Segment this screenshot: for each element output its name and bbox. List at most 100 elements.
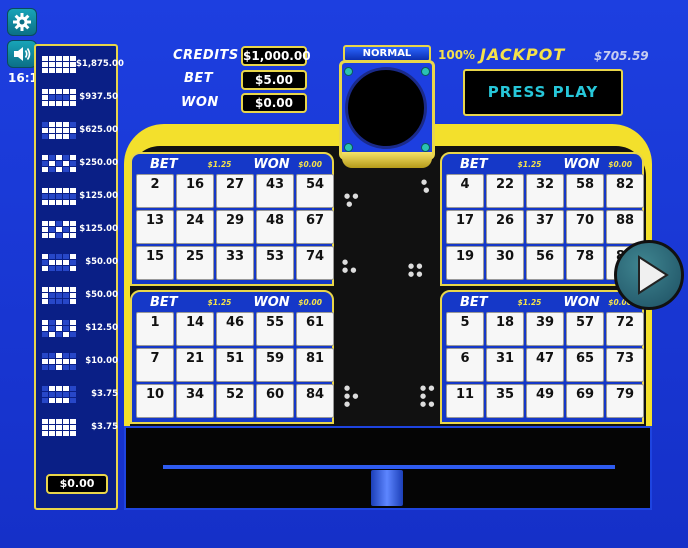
card-won-value: $0.00	[608, 159, 632, 169]
card-cell: 19	[446, 246, 484, 280]
paytable-value: $3.75	[91, 389, 118, 399]
card-bet-label: BET	[150, 156, 178, 172]
pattern-icon	[42, 319, 76, 337]
card-grid: 5 18 39 57 72 6 31 47 65 73 11 35 49 69 79	[446, 312, 644, 418]
paytable-row: $12.50	[42, 314, 118, 342]
card-cell: 18	[486, 312, 524, 346]
card-won-value: $0.00	[298, 297, 322, 307]
paytable-value: $125.00	[79, 191, 118, 201]
bolt-icon	[344, 67, 353, 76]
pattern-icon	[42, 55, 76, 73]
credits-value: $1,000.00	[241, 46, 311, 66]
bingo-card-2[interactable]: BET $1.25 WON $0.00 4 22 32 58 82 17 26 37 70 88 1…	[440, 152, 644, 286]
decor-dots: ● ● ●	[344, 192, 359, 208]
card-cell: 14	[176, 312, 214, 346]
card-grid: 1 14 46 55 61 7 21 51 59 81 10 34 52 60 84	[136, 312, 334, 418]
card-bet-value: $1.25	[207, 297, 232, 307]
card-cell: 48	[256, 210, 294, 244]
card-bet-value: $1.25	[517, 297, 542, 307]
card-cell: 15	[136, 246, 174, 280]
paytable-row: $50.00	[42, 248, 118, 276]
decor-dots: ● ● ●	[342, 258, 357, 274]
card-cell: 54	[296, 174, 334, 208]
sound-button[interactable]	[7, 40, 37, 68]
ball-display	[345, 67, 427, 149]
card-cell: 78	[566, 246, 604, 280]
bingo-card-3[interactable]: BET $1.25 WON $0.00 1 14 46 55 61 7 21 51 59 81 10…	[130, 290, 334, 424]
jackpot-percent: 100%	[438, 48, 476, 62]
paytable-row: $3.75	[42, 413, 118, 441]
card-won-label: WON	[253, 156, 290, 172]
card-won-label: WON	[563, 294, 600, 310]
card-cell: 26	[486, 210, 524, 244]
paytable-value: $937.50	[79, 92, 118, 102]
decor-dots: ● ● ● ●	[408, 262, 423, 278]
card-cell: 81	[296, 348, 334, 382]
card-cell: 21	[176, 348, 214, 382]
card-cell: 30	[486, 246, 524, 280]
card-cell: 52	[216, 384, 254, 418]
pattern-icon	[42, 385, 76, 403]
card-cell: 53	[256, 246, 294, 280]
jackpot-amount: $705.59	[594, 49, 649, 63]
card-cell: 17	[446, 210, 484, 244]
card-cell: 32	[526, 174, 564, 208]
card-cell: 88	[606, 210, 644, 244]
bet-value: $5.00	[241, 70, 307, 90]
card-bet-label: BET	[150, 294, 178, 310]
card-cell: 34	[176, 384, 214, 418]
bingo-card-4[interactable]: BET $1.25 WON $0.00 5 18 39 57 72 6 31 47 65 73 11…	[440, 290, 644, 424]
bingo-card-1[interactable]: BET $1.25 WON $0.00 2 16 27 43 54 13 24 29 48 67 1…	[130, 152, 334, 286]
card-cell: 47	[526, 348, 564, 382]
paytable-value: $50.00	[85, 290, 118, 300]
paytable-row: $937.50	[42, 83, 118, 111]
card-won-value: $0.00	[298, 159, 322, 169]
play-button[interactable]	[614, 240, 684, 310]
pattern-icon	[42, 154, 76, 172]
speaker-icon	[14, 47, 31, 61]
card-cell: 79	[606, 384, 644, 418]
jackpot-label: JACKPOT	[480, 45, 566, 64]
paytable-total: $0.00	[46, 474, 108, 494]
card-cell: 24	[176, 210, 214, 244]
card-cell: 59	[256, 348, 294, 382]
bolt-icon	[421, 143, 430, 152]
pattern-icon	[42, 187, 76, 205]
card-cell: 57	[566, 312, 604, 346]
card-won-label: WON	[253, 294, 290, 310]
card-bet-value: $1.25	[517, 159, 542, 169]
pattern-icon	[42, 286, 76, 304]
bolt-icon	[421, 67, 430, 76]
card-bet-label: BET	[460, 294, 488, 310]
card-cell: 46	[216, 312, 254, 346]
gear-icon	[13, 13, 31, 31]
card-cell: 31	[486, 348, 524, 382]
card-cell: 74	[296, 246, 334, 280]
paytable-row: $1,875.00	[42, 50, 124, 78]
paytable-row: $50.00	[42, 281, 118, 309]
normal-mode-button[interactable]: NORMAL	[343, 45, 431, 62]
play-arrow-icon	[638, 255, 669, 295]
decor-dots: ● ● ● ● ●	[420, 384, 435, 408]
paytable-value: $125.00	[79, 224, 118, 234]
base-stand	[371, 470, 403, 506]
bet-label: BET	[184, 71, 214, 86]
card-cell: 49	[526, 384, 564, 418]
settings-button[interactable]	[7, 8, 37, 36]
card-cell: 7	[136, 348, 174, 382]
pattern-icon	[42, 253, 76, 271]
card-cell: 11	[446, 384, 484, 418]
card-cell: 72	[606, 312, 644, 346]
paytable-row: $10.00	[42, 347, 118, 375]
paytable-row: $125.00	[42, 215, 118, 243]
card-cell: 33	[216, 246, 254, 280]
paytable-value: $3.75	[91, 422, 118, 432]
pattern-icon	[42, 418, 76, 436]
bolt-icon	[344, 143, 353, 152]
paytable-value: $1,875.00	[76, 59, 124, 69]
card-cell: 35	[486, 384, 524, 418]
base-rail	[163, 465, 615, 469]
card-cell: 70	[566, 210, 604, 244]
card-cell: 6	[446, 348, 484, 382]
card-bet-label: BET	[460, 156, 488, 172]
